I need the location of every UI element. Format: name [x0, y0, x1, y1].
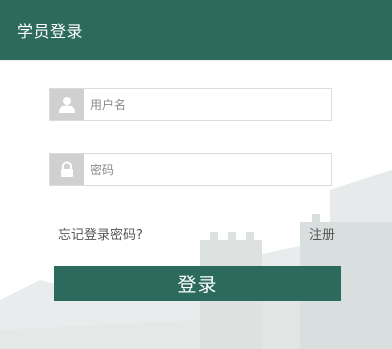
login-button[interactable]: 登录	[54, 266, 341, 301]
header-bar: 学员登录	[0, 0, 392, 60]
username-field[interactable]	[49, 88, 332, 121]
password-field[interactable]	[49, 153, 332, 186]
username-input[interactable]	[90, 89, 328, 120]
login-panel: 学员登录 忘记登录密码? 注册 登录	[0, 0, 392, 349]
register-link[interactable]: 注册	[309, 224, 335, 243]
forgot-password-link[interactable]: 忘记登录密码?	[58, 224, 143, 243]
user-icon	[50, 89, 84, 120]
page-title: 学员登录	[17, 22, 84, 41]
lock-icon	[50, 154, 84, 185]
password-input[interactable]	[90, 154, 328, 185]
